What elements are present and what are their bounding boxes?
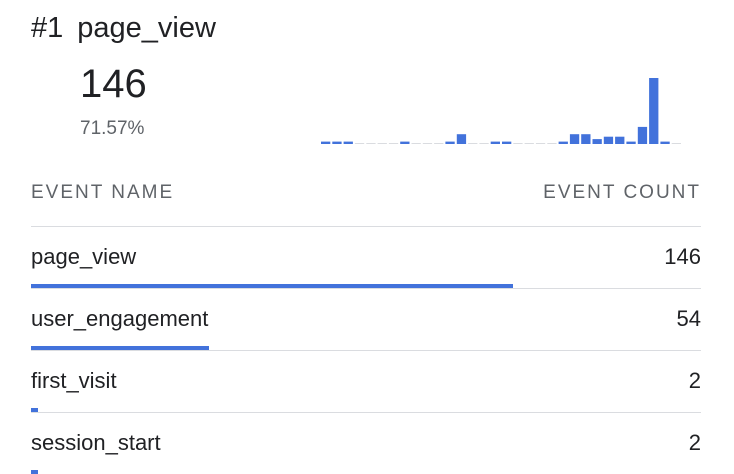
- sparkline-empty-bar: [513, 143, 523, 144]
- table-row[interactable]: user_engagement 54: [31, 289, 701, 351]
- sparkline-bar: [456, 134, 467, 144]
- table-row[interactable]: session_start 2: [31, 413, 701, 474]
- event-share-bar: [31, 284, 513, 288]
- event-name: user_engagement: [31, 306, 209, 331]
- event-count-value: 146: [80, 62, 147, 106]
- sparkline-bar: [637, 126, 648, 144]
- rank-label: #1: [31, 12, 64, 44]
- table-row[interactable]: page_view 146: [31, 227, 701, 289]
- event-name: page_view: [31, 244, 137, 269]
- event-count: 2: [688, 430, 701, 455]
- sparkline-bar: [502, 141, 512, 144]
- sparkline-bar: [626, 141, 636, 144]
- sparkline-empty-bar: [377, 143, 387, 144]
- sparkline-bar: [332, 141, 342, 144]
- table-header: EVENT NAME EVENT COUNT: [31, 178, 701, 208]
- sparkline-bar: [615, 136, 625, 144]
- event-count: 54: [676, 306, 701, 331]
- event-name: first_visit: [31, 368, 117, 393]
- sparkline-empty-bar: [388, 143, 399, 144]
- sparkline-empty-bar: [535, 143, 546, 144]
- sparkline-bar: [321, 141, 331, 144]
- sparkline-empty-bar: [479, 143, 489, 144]
- event-percent: 71.57%: [80, 118, 145, 139]
- event-share-bar: [31, 346, 209, 350]
- event-share-bar: [31, 408, 38, 412]
- event-count: 146: [664, 244, 701, 269]
- column-header-event-count[interactable]: EVENT COUNT: [543, 182, 701, 204]
- sparkline-empty-bar: [366, 143, 376, 144]
- sparkline-bar: [558, 141, 568, 144]
- sparkline-empty-bar: [547, 143, 557, 144]
- sparkline-empty-bar: [411, 143, 421, 144]
- sparkline-empty-bar: [671, 143, 681, 144]
- sparkline-empty-bar: [354, 143, 365, 144]
- event-title: page_view: [77, 12, 216, 44]
- event-share-bar: [31, 470, 38, 474]
- sparkline-bar: [581, 134, 591, 144]
- sparkline-empty-bar: [468, 143, 478, 144]
- sparkline-bar: [445, 141, 455, 144]
- card-title: #1 page_view: [31, 8, 216, 48]
- sparkline-bar: [592, 139, 602, 144]
- event-count: 2: [688, 368, 701, 393]
- sparkline-chart: [321, 78, 681, 144]
- column-header-event-name[interactable]: EVENT NAME: [31, 182, 174, 204]
- sparkline-bar: [490, 141, 500, 144]
- sparkline-empty-bar: [524, 143, 534, 144]
- event-name: session_start: [31, 430, 161, 455]
- sparkline-empty-bar: [434, 143, 444, 144]
- sparkline-bar: [603, 136, 614, 144]
- sparkline-bar: [343, 141, 353, 144]
- sparkline-empty-bar: [422, 143, 433, 144]
- sparkline-bar: [569, 134, 580, 144]
- sparkline-bar: [649, 78, 659, 144]
- sparkline-bar: [660, 141, 670, 144]
- sparkline-bar: [400, 141, 410, 144]
- event-table: page_view 146 user_engagement 54 first_v…: [31, 227, 701, 474]
- event-card: #1 page_view 146 71.57% EVENT NAME EVENT …: [0, 0, 734, 474]
- table-row[interactable]: first_visit 2: [31, 351, 701, 413]
